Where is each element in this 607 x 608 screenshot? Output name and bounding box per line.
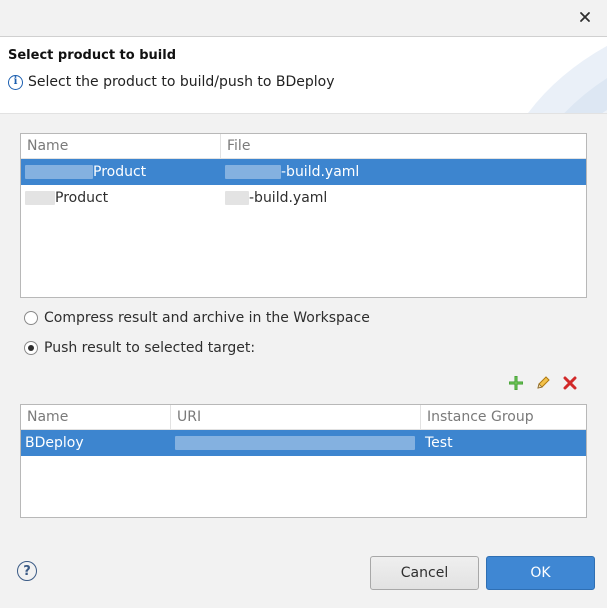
dialog-title: Select product to build: [8, 48, 177, 63]
cancel-button[interactable]: Cancel: [370, 556, 479, 590]
products-table: Name File Product -build.yaml Product -b…: [20, 133, 587, 298]
table-row[interactable]: Product -build.yaml: [21, 185, 586, 211]
product-file-cell: -build.yaml: [221, 164, 586, 180]
header-message: i Select the product to build/push to BD…: [8, 74, 335, 90]
product-name: Product: [55, 190, 109, 206]
header-message-text: Select the product to build/push to BDep…: [28, 74, 335, 90]
product-file-cell: -build.yaml: [221, 190, 586, 206]
close-icon[interactable]: [577, 9, 593, 25]
column-header-file[interactable]: File: [221, 134, 586, 158]
compress-option[interactable]: Compress result and archive in the Works…: [24, 310, 370, 326]
product-file: -build.yaml: [281, 164, 360, 180]
compress-label: Compress result and archive in the Works…: [44, 310, 370, 326]
add-icon[interactable]: [508, 375, 524, 391]
column-header-name[interactable]: Name: [21, 405, 171, 429]
redacted-text: [175, 436, 415, 450]
product-file: -build.yaml: [249, 190, 328, 206]
push-label: Push result to selected target:: [44, 340, 256, 356]
column-header-instance-group[interactable]: Instance Group: [421, 405, 586, 429]
title-bar: [0, 0, 607, 37]
push-option[interactable]: Push result to selected target:: [24, 340, 255, 356]
redacted-text: [25, 165, 93, 179]
target-instance-group-cell: Test: [425, 435, 453, 451]
ok-button[interactable]: OK: [486, 556, 595, 590]
info-icon: i: [8, 74, 23, 90]
table-row[interactable]: Product -build.yaml: [21, 159, 586, 185]
target-uri-cell: [171, 436, 421, 450]
help-icon[interactable]: ?: [17, 561, 37, 581]
product-name-cell: Product: [21, 164, 221, 180]
targets-table-header: Name URI Instance Group: [21, 405, 586, 430]
dialog-header: Select product to build i Select the pro…: [0, 37, 607, 114]
table-row[interactable]: BDeploy Test: [21, 430, 586, 456]
redacted-text: [25, 191, 55, 205]
banner-decoration: [528, 45, 607, 113]
column-header-name[interactable]: Name: [21, 134, 221, 158]
product-name: Product: [93, 164, 147, 180]
redacted-text: [225, 165, 281, 179]
compress-radio[interactable]: [24, 311, 38, 325]
targets-table: Name URI Instance Group BDeploy Test: [20, 404, 587, 518]
column-header-uri[interactable]: URI: [171, 405, 421, 429]
products-table-header: Name File: [21, 134, 586, 159]
redacted-text: [225, 191, 249, 205]
push-radio[interactable]: [24, 341, 38, 355]
target-name-cell: BDeploy: [25, 435, 84, 451]
select-product-dialog: Select product to build i Select the pro…: [0, 0, 607, 608]
edit-icon[interactable]: [535, 375, 551, 391]
product-name-cell: Product: [21, 190, 221, 206]
remove-icon[interactable]: [562, 375, 578, 391]
